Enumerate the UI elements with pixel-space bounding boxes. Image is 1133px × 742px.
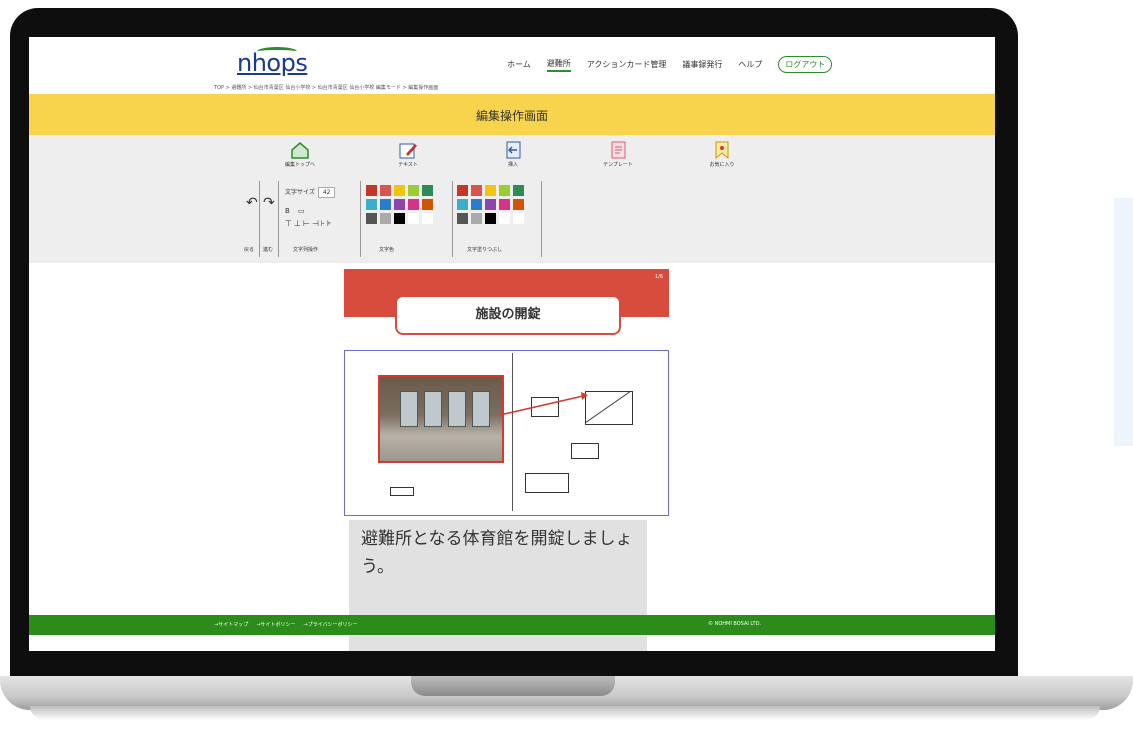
tool-template[interactable]: テンプレート (593, 141, 643, 168)
main-nav: ホーム 避難所 アクションカード管理 議事録発行 ヘルプ ログアウト (507, 56, 833, 73)
tool-label: 編集トップへ (284, 162, 315, 168)
pencil-icon (399, 143, 417, 159)
tool-favorite[interactable]: お気に入り (697, 141, 747, 168)
page-indicator: 1/6 (654, 274, 663, 280)
template-icon (611, 141, 626, 159)
decorative-side-panel (1114, 198, 1133, 446)
text-fill-palette[interactable] (457, 185, 524, 224)
page-title: 編集操作画面 (475, 109, 548, 123)
footer-link-sitemap[interactable]: →サイトマップ (214, 621, 248, 628)
logout-button[interactable]: ログアウト (778, 56, 833, 73)
nav-home[interactable]: ホーム (507, 59, 531, 70)
divider (452, 181, 453, 257)
string-op-label: 文字列操作 (293, 247, 319, 253)
tool-label: 挿入 (507, 162, 518, 168)
undo-label: 戻る (244, 247, 255, 253)
arrow-icon (499, 390, 632, 424)
nav-shelter[interactable]: 避難所 (546, 58, 571, 72)
page-title-bar: 編集操作画面 (29, 94, 995, 135)
tool-label: テキスト (398, 162, 418, 168)
site-footer: →サイトマップ →サイトポリシー →プライバシーポリシー © NOHMI BOS… (29, 615, 995, 635)
tool-label: テンプレート (603, 162, 633, 168)
site-logo[interactable]: nhops (237, 49, 308, 77)
action-card: 1/6 施設の開錠 避難所となる体育館を開錠しましょう。 (344, 269, 669, 651)
tool-label: お気に入り (709, 162, 735, 168)
divider (360, 181, 361, 257)
tool-insert[interactable]: 挿入 (488, 141, 538, 168)
footer-link-site-policy[interactable]: →サイトポリシー (256, 621, 295, 628)
nav-help[interactable]: ヘルプ (738, 59, 762, 70)
insert-icon (506, 141, 521, 159)
divider (278, 181, 279, 257)
floor-plan-diagram[interactable] (344, 350, 669, 516)
font-size-input[interactable]: 42 (317, 187, 336, 198)
laptop-notch (411, 676, 615, 696)
nav-action-card[interactable]: アクションカード管理 (587, 59, 667, 70)
font-size-label: 文字サイズ (285, 189, 315, 196)
copyright: © NOHMI BOSAI LTD. (708, 621, 762, 627)
footer-link-privacy[interactable]: →プライバシーポリシー (303, 621, 357, 628)
tool-text[interactable]: テキスト (383, 141, 433, 168)
nav-minutes[interactable]: 議事録発行 (682, 59, 722, 70)
screen: nhops ホーム 避難所 アクションカード管理 議事録発行 ヘルプ ログアウト… (29, 37, 995, 651)
site-header: nhops ホーム 避難所 アクションカード管理 議事録発行 ヘルプ ログアウト (29, 37, 995, 83)
footer-links: →サイトマップ →サイトポリシー →プライバシーポリシー (214, 621, 358, 628)
bookmark-icon (715, 141, 729, 159)
divider (541, 181, 542, 257)
laptop-base-shadow (30, 706, 1100, 720)
edit-toolbar: 編集トップへ テキスト 挿入 テンプレート お気に入り ↶ ↷ 戻る 進む 文字… (29, 135, 995, 263)
card-title[interactable]: 施設の開錠 (395, 295, 621, 335)
home-icon (291, 142, 309, 159)
redo-label: 進む (263, 247, 274, 253)
divider (259, 181, 260, 257)
text-color-palette[interactable] (366, 185, 433, 224)
breadcrumb[interactable]: TOP > 避難所 > 仙台市青葉区 仙台小学校 > 仙台市青葉区 仙台小学校 … (214, 84, 438, 91)
tool-edit-top[interactable]: 編集トップへ (275, 141, 325, 168)
